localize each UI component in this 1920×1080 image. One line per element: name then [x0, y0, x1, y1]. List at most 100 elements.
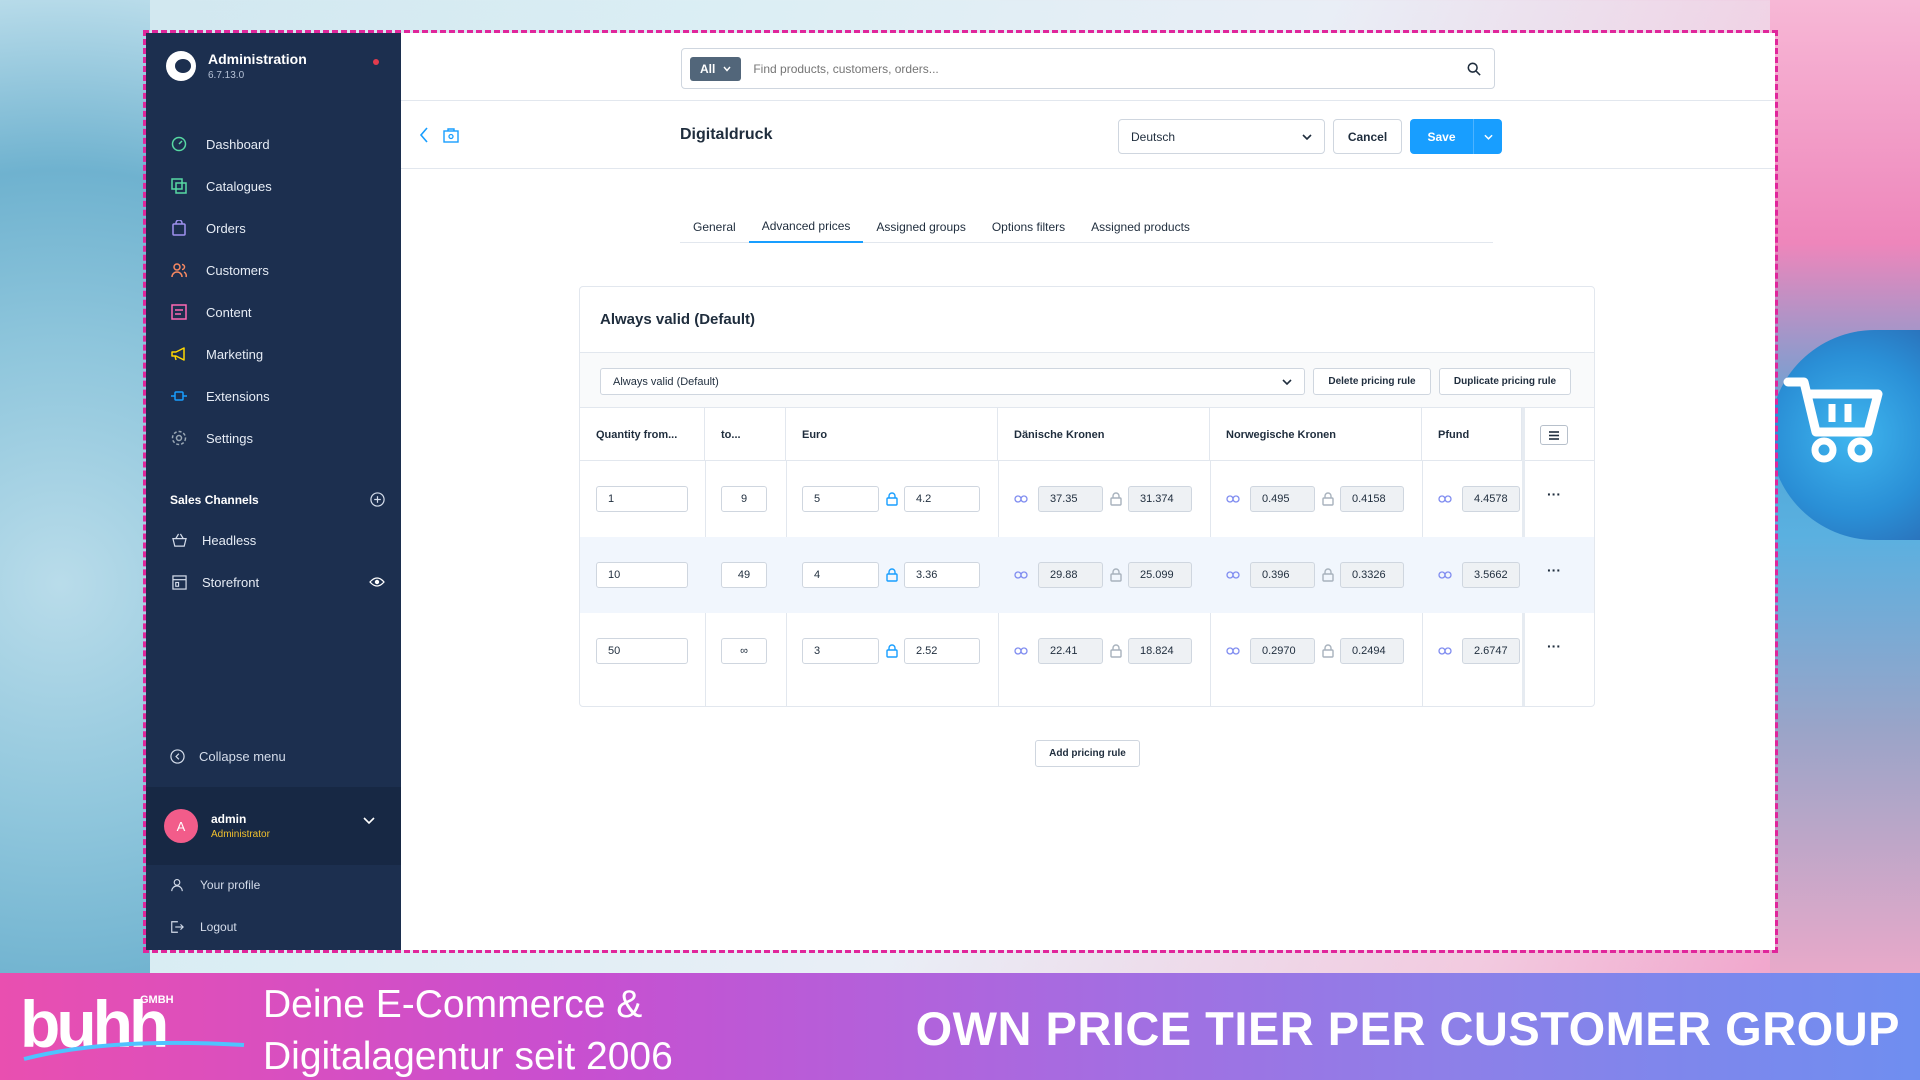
- lock-icon[interactable]: [1110, 644, 1122, 658]
- tab-general[interactable]: General: [680, 211, 749, 243]
- lock-icon[interactable]: [1322, 492, 1334, 506]
- nok-gross-input[interactable]: 0.495: [1250, 486, 1315, 512]
- shopware-logo-icon: [166, 51, 196, 81]
- quantity-from-input[interactable]: 10: [596, 562, 688, 588]
- quantity-to-input[interactable]: 9: [721, 486, 767, 512]
- save-button[interactable]: Save: [1410, 119, 1474, 154]
- lock-icon[interactable]: [1322, 568, 1334, 582]
- lock-icon[interactable]: [1110, 568, 1122, 582]
- quantity-from-input[interactable]: 1: [596, 486, 688, 512]
- logout-icon: [171, 921, 184, 933]
- search-type-dropdown[interactable]: All: [690, 56, 742, 81]
- page-header: Digitaldruck Deutsch Cancel Save: [401, 101, 1775, 169]
- quantity-to-input[interactable]: 49: [721, 562, 767, 588]
- dkk-net-input[interactable]: 25.099: [1128, 562, 1192, 588]
- sales-channel-label: Storefront: [202, 574, 260, 590]
- sidebar-item-dashboard[interactable]: Dashboard: [146, 123, 401, 165]
- link-icon[interactable]: [1226, 494, 1240, 504]
- tab-advanced-prices[interactable]: Advanced prices: [748, 211, 864, 243]
- nok-net-input[interactable]: 0.4158: [1340, 486, 1404, 512]
- chevron-down-icon[interactable]: [363, 817, 375, 825]
- search-icon[interactable]: [1454, 62, 1494, 76]
- tab-assigned-groups[interactable]: Assigned groups: [863, 211, 978, 243]
- eye-icon[interactable]: [369, 576, 385, 588]
- gbp-gross-input[interactable]: 3.5662: [1462, 562, 1520, 588]
- row-actions-button[interactable]: ···: [1547, 486, 1561, 502]
- sidebar-item-label: Catalogues: [206, 178, 272, 194]
- tab-options-filters[interactable]: Options filters: [979, 211, 1078, 243]
- price-grid: Quantity from... to... Euro Dänische Kro…: [580, 408, 1594, 706]
- sales-channels-title: Sales Channels: [170, 492, 259, 507]
- dkk-gross-input[interactable]: 29.88: [1038, 562, 1103, 588]
- gbp-gross-input[interactable]: 4.4578: [1462, 486, 1520, 512]
- euro-net-input[interactable]: 4.2: [904, 486, 980, 512]
- user-menu[interactable]: A admin Administrator: [146, 787, 401, 865]
- link-icon[interactable]: [1438, 494, 1452, 504]
- sales-channel-storefront[interactable]: Storefront: [170, 573, 385, 591]
- nok-gross-input[interactable]: 0.396: [1250, 562, 1315, 588]
- gbp-gross-input[interactable]: 2.6747: [1462, 638, 1520, 664]
- sidebar-item-label: Settings: [206, 430, 253, 446]
- link-icon[interactable]: [1226, 570, 1240, 580]
- link-icon[interactable]: [1014, 494, 1028, 504]
- euro-gross-input[interactable]: 4: [802, 562, 879, 588]
- back-arrow-icon[interactable]: [419, 127, 429, 143]
- link-icon[interactable]: [1438, 646, 1452, 656]
- row-actions-button[interactable]: ···: [1547, 638, 1561, 654]
- your-profile-link[interactable]: Your profile: [170, 878, 260, 892]
- collapse-menu-button[interactable]: Collapse menu: [170, 749, 286, 764]
- nok-net-input[interactable]: 0.3326: [1340, 562, 1404, 588]
- lock-icon[interactable]: [886, 568, 898, 582]
- save-options-button[interactable]: [1474, 119, 1502, 154]
- app-logo[interactable]: Administration 6.7.13.0: [166, 51, 307, 81]
- customers-icon: [170, 261, 188, 279]
- sidebar-item-customers[interactable]: Customers: [146, 249, 401, 291]
- sidebar-item-settings[interactable]: Settings: [146, 417, 401, 459]
- language-value: Deutsch: [1131, 129, 1176, 144]
- link-icon[interactable]: [1014, 646, 1028, 656]
- quantity-from-input[interactable]: 50: [596, 638, 688, 664]
- sidebar-item-orders[interactable]: Orders: [146, 207, 401, 249]
- lock-icon[interactable]: [886, 644, 898, 658]
- nok-net-input[interactable]: 0.2494: [1340, 638, 1404, 664]
- link-icon[interactable]: [1014, 570, 1028, 580]
- euro-net-input[interactable]: 3.36: [904, 562, 980, 588]
- content-icon: [170, 303, 188, 321]
- dkk-gross-input[interactable]: 37.35: [1038, 486, 1103, 512]
- cancel-button[interactable]: Cancel: [1333, 119, 1402, 154]
- logout-link[interactable]: Logout: [170, 920, 237, 934]
- quantity-to-input[interactable]: ∞: [721, 638, 767, 664]
- tagline-line-1: Deine E-Commerce &: [263, 983, 643, 1026]
- sidebar-item-extensions[interactable]: Extensions: [146, 375, 401, 417]
- dkk-gross-input[interactable]: 22.41: [1038, 638, 1103, 664]
- sidebar-item-marketing[interactable]: Marketing: [146, 333, 401, 375]
- tagline-line-2: Digitalagentur seit 2006: [263, 1035, 673, 1078]
- pricing-rule-card: Always valid (Default) Always valid (Def…: [579, 286, 1595, 707]
- euro-net-input[interactable]: 2.52: [904, 638, 980, 664]
- link-icon[interactable]: [1438, 570, 1452, 580]
- language-select[interactable]: Deutsch: [1118, 119, 1325, 154]
- lock-icon[interactable]: [1322, 644, 1334, 658]
- euro-gross-input[interactable]: 3: [802, 638, 879, 664]
- row-actions-button[interactable]: ···: [1547, 562, 1561, 578]
- pricing-rule-select[interactable]: Always valid (Default): [600, 368, 1305, 395]
- column-danish-krone: Dänische Kronen: [998, 408, 1210, 461]
- sales-channel-headless[interactable]: Headless: [170, 531, 385, 549]
- pricing-rule-toolbar: Always valid (Default) Delete pricing ru…: [580, 352, 1594, 408]
- sidebar-item-content[interactable]: Content: [146, 291, 401, 333]
- euro-gross-input[interactable]: 5: [802, 486, 879, 512]
- add-pricing-rule-button[interactable]: Add pricing rule: [1035, 740, 1140, 767]
- column-settings-button[interactable]: [1540, 425, 1568, 445]
- delete-pricing-rule-button[interactable]: Delete pricing rule: [1313, 368, 1431, 395]
- search-input[interactable]: [753, 61, 1454, 76]
- dkk-net-input[interactable]: 31.374: [1128, 486, 1192, 512]
- lock-icon[interactable]: [1110, 492, 1122, 506]
- lock-icon[interactable]: [886, 492, 898, 506]
- nok-gross-input[interactable]: 0.2970: [1250, 638, 1315, 664]
- link-icon[interactable]: [1226, 646, 1240, 656]
- dkk-net-input[interactable]: 18.824: [1128, 638, 1192, 664]
- duplicate-pricing-rule-button[interactable]: Duplicate pricing rule: [1439, 368, 1571, 395]
- add-sales-channel-icon[interactable]: [370, 492, 385, 507]
- tab-assigned-products[interactable]: Assigned products: [1078, 211, 1203, 243]
- sidebar-item-catalogues[interactable]: Catalogues: [146, 165, 401, 207]
